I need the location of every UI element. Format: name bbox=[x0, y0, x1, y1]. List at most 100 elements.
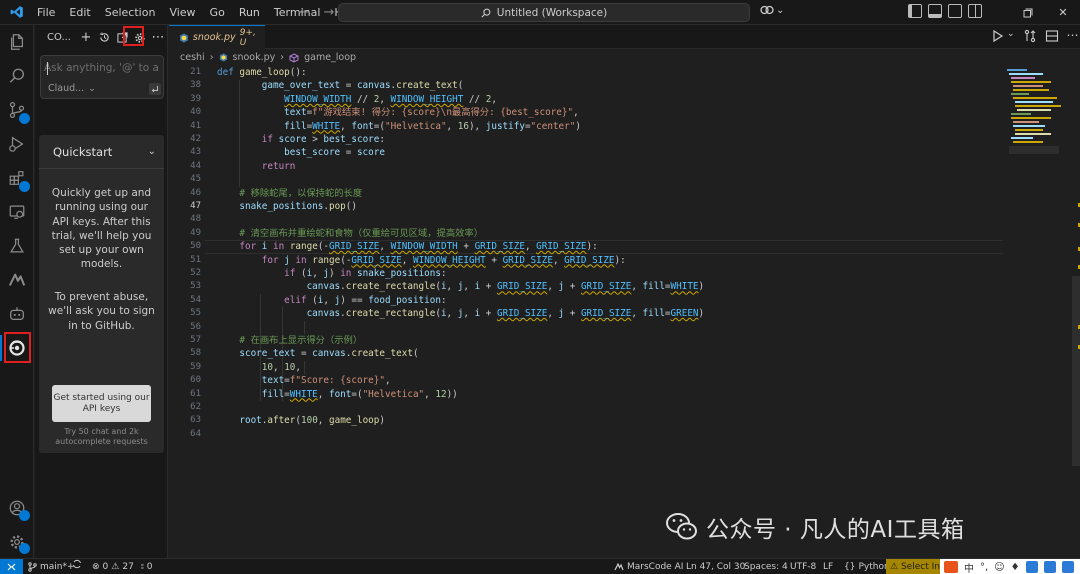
remote-explorer-icon[interactable] bbox=[0, 195, 34, 229]
user-icon[interactable] bbox=[1043, 561, 1056, 573]
select-interpreter-button[interactable]: ⚠ Select Interpreter bbox=[886, 559, 940, 574]
code-line: best_score = score bbox=[284, 147, 385, 159]
marscode-status[interactable]: MarsCode AI bbox=[614, 559, 683, 574]
submit-button[interactable] bbox=[149, 83, 161, 95]
code-line: score_text = canvas.create_text( bbox=[239, 348, 419, 360]
line-ending[interactable]: LF bbox=[823, 559, 833, 574]
restore-window-icon[interactable] bbox=[1010, 0, 1046, 25]
microphone-icon[interactable]: ♦ bbox=[1011, 562, 1020, 573]
problems-status[interactable]: ⊗ 0 ⚠ 27 bbox=[92, 559, 134, 574]
code-line: if score > best_score: bbox=[261, 134, 385, 145]
menu-selection[interactable]: Selection bbox=[98, 0, 163, 25]
compare-changes-icon[interactable] bbox=[1023, 29, 1037, 43]
minimap[interactable] bbox=[1005, 66, 1065, 156]
code-line-current: snake_positions.pop() bbox=[239, 201, 357, 212]
code-line: elif (i, j) == food_position: bbox=[284, 294, 447, 306]
toolbox-icon[interactable] bbox=[1061, 561, 1074, 573]
forward-arrow-icon[interactable]: → bbox=[320, 3, 338, 21]
copilot-menu[interactable]: ⌄ bbox=[760, 4, 784, 16]
menu-view[interactable]: View bbox=[162, 0, 202, 25]
ports-icon: ⦂ bbox=[141, 562, 144, 572]
status-bar: main*+ ⊗ 0 ⚠ 27 ⦂ 0 MarsCode AI Ln 47, C… bbox=[0, 558, 1080, 574]
testing-icon[interactable] bbox=[0, 229, 34, 263]
quickstart-header[interactable]: Quickstart ⌄ bbox=[39, 135, 164, 169]
model-selector[interactable]: Claud... ⌄ bbox=[48, 83, 96, 94]
watermark: 公众号 · 凡人的AI工具箱 bbox=[666, 510, 964, 544]
more-actions-icon[interactable]: ⋯ bbox=[149, 29, 167, 47]
accounts-icon[interactable] bbox=[0, 491, 34, 525]
customize-layout-icon[interactable] bbox=[968, 4, 982, 18]
line-number: 52 bbox=[190, 268, 201, 278]
ime-mode[interactable]: 中 bbox=[964, 560, 974, 574]
breadcrumb-symbol[interactable]: game_loop bbox=[304, 52, 356, 63]
line-number: 44 bbox=[190, 160, 201, 171]
line-number: 54 bbox=[190, 294, 201, 305]
line-number: 56 bbox=[190, 321, 201, 332]
explorer-icon[interactable] bbox=[0, 25, 34, 59]
code-line: def game_loop(): bbox=[217, 67, 307, 78]
more-actions-icon[interactable]: ⋯ bbox=[1067, 29, 1079, 43]
tab-status: 9+, U bbox=[239, 27, 256, 48]
line-number: 39 bbox=[190, 93, 201, 104]
indentation[interactable]: Spaces: 4 bbox=[744, 559, 788, 574]
get-started-button[interactable]: Get started using our API keys bbox=[52, 385, 151, 422]
plus-icon[interactable]: + bbox=[77, 29, 95, 47]
code-line: for j in range(-GRID_SIZE, WINDOW_HEIGHT… bbox=[261, 254, 626, 266]
source-control-icon[interactable] bbox=[0, 93, 34, 127]
watermark-text: 公众号 · 凡人的AI工具箱 bbox=[706, 517, 965, 543]
warning-icon: ⚠ bbox=[111, 562, 120, 572]
cursor-position[interactable]: Ln 47, Col 30 bbox=[686, 559, 745, 574]
panel-header: CO... + ⋯ bbox=[35, 25, 168, 50]
line-number: 60 bbox=[190, 375, 201, 386]
menu-file[interactable]: File bbox=[30, 0, 62, 25]
marscode-icon[interactable] bbox=[0, 263, 34, 297]
scrollbar-thumb[interactable] bbox=[1072, 276, 1080, 466]
breadcrumb-folder[interactable]: ceshi bbox=[180, 52, 205, 63]
line-number: 46 bbox=[190, 187, 201, 198]
back-arrow-icon[interactable]: ← bbox=[296, 3, 314, 21]
git-branch-icon bbox=[28, 562, 37, 572]
punctuation-icon[interactable]: °, bbox=[980, 562, 988, 573]
run-play-icon[interactable] bbox=[991, 29, 1005, 43]
chevron-down-icon[interactable]: ⌄ bbox=[1007, 29, 1015, 43]
toggle-panel-icon[interactable] bbox=[928, 4, 942, 18]
sync-status[interactable] bbox=[72, 559, 82, 569]
toggle-primary-sidebar-icon[interactable] bbox=[908, 4, 922, 18]
line-number: 55 bbox=[190, 308, 201, 319]
toggle-secondary-sidebar-icon[interactable] bbox=[948, 4, 962, 18]
history-icon[interactable] bbox=[95, 29, 113, 47]
search-icon[interactable] bbox=[0, 59, 34, 93]
command-center[interactable]: Untitled (Workspace) bbox=[338, 3, 750, 22]
vertical-scrollbar[interactable] bbox=[1070, 66, 1080, 558]
tab-label: snook.py bbox=[192, 32, 236, 43]
chat-input[interactable] bbox=[44, 59, 158, 77]
close-window-icon[interactable]: ✕ bbox=[1046, 0, 1080, 25]
encoding[interactable]: UTF-8 bbox=[790, 559, 816, 574]
tab-snook-py[interactable]: snook.py 9+, U bbox=[169, 25, 265, 49]
search-icon bbox=[481, 8, 491, 18]
split-editor-icon[interactable] bbox=[1045, 29, 1059, 43]
warning-icon: ⚠ bbox=[890, 562, 899, 572]
keyboard-icon[interactable] bbox=[1025, 561, 1038, 573]
breadcrumb: ceshi › snook.py › game_loop bbox=[180, 49, 356, 66]
copilot-chat-icon[interactable] bbox=[0, 297, 34, 331]
remote-indicator[interactable] bbox=[0, 559, 23, 574]
quickstart-title: Quickstart bbox=[53, 144, 113, 159]
branch-status[interactable]: main*+ bbox=[28, 559, 75, 574]
ports-status[interactable]: ⦂ 0 bbox=[141, 559, 152, 574]
line-number: 64 bbox=[190, 428, 201, 439]
manage-gear-icon[interactable] bbox=[0, 525, 34, 559]
language-mode[interactable]: {} Python bbox=[844, 559, 890, 574]
extensions-icon[interactable] bbox=[0, 161, 34, 195]
emoji-icon[interactable]: ☺ bbox=[994, 562, 1004, 573]
menu-edit[interactable]: Edit bbox=[62, 0, 97, 25]
menu-run[interactable]: Run bbox=[232, 0, 267, 25]
line-number: 58 bbox=[190, 348, 201, 359]
line-number: 40 bbox=[190, 107, 201, 118]
method-symbol-icon bbox=[289, 52, 299, 63]
line-number: 57 bbox=[190, 335, 201, 345]
menu-go[interactable]: Go bbox=[203, 0, 232, 25]
run-debug-icon[interactable] bbox=[0, 127, 34, 161]
breadcrumb-file[interactable]: snook.py bbox=[233, 52, 276, 63]
code-line: fill=WHITE, font=("Helvetica", 12)) bbox=[261, 388, 458, 400]
